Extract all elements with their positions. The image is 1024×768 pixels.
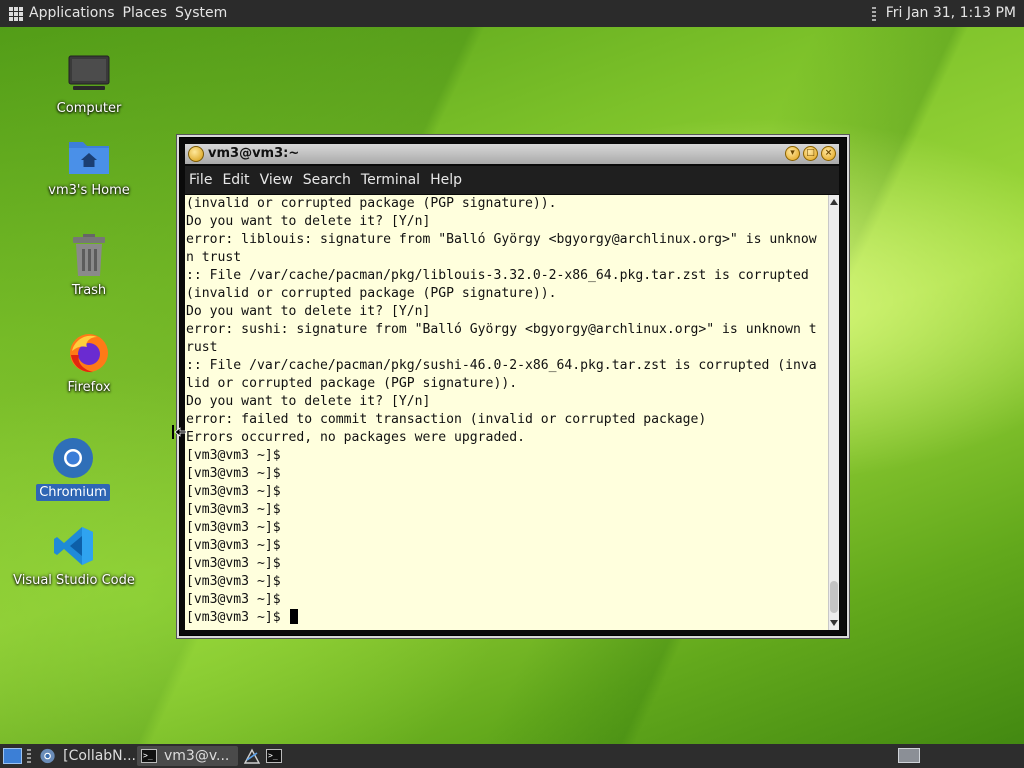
taskbar-item-label: [CollabN... [63,748,136,764]
window-menu-icon[interactable] [188,146,204,162]
scroll-down-arrow-icon[interactable] [830,620,838,626]
scrollbar-thumb[interactable] [830,581,838,613]
applications-grid-icon[interactable] [9,6,23,21]
terminal-output[interactable]: (invalid or corrupted package (PGP signa… [185,195,828,630]
terminal-line: Do you want to delete it? [Y/n] [186,304,431,319]
desktop-icon-label: Chromium [36,484,110,501]
taskbar-item-terminal[interactable]: >_ vm3@v... [137,746,238,766]
desktop-icon-firefox[interactable]: Firefox [24,331,154,396]
terminal-line: error: liblouis: signature from "Balló G… [186,232,817,247]
terminal-menu-bar: File Edit View Search Terminal Help [185,166,839,194]
close-button[interactable]: × [821,146,836,161]
applications-menu[interactable]: Applications [29,0,115,27]
window-title: vm3@vm3:~ [208,146,300,161]
desktop: Applications Places System Fri Jan 31, 1… [0,0,1024,768]
desktop-icon-computer[interactable]: Computer [24,52,154,117]
terminal-line: [vm3@vm3 ~]$ [186,484,281,499]
terminal-line: :: File /var/cache/pacman/pkg/liblouis-3… [186,268,809,283]
window-title-bar[interactable]: vm3@vm3:~ ▾ □ × [185,144,839,164]
desktop-icon-trash[interactable]: Trash [24,232,154,299]
terminal-scrollbar[interactable] [828,195,839,630]
terminal-line: [vm3@vm3 ~]$ [186,538,281,553]
minimize-button[interactable]: ▾ [785,146,800,161]
terminal-line: [vm3@vm3 ~]$ [186,574,281,589]
computer-icon [68,55,110,90]
desktop-icon-label: vm3's Home [48,183,130,198]
taskbar-item-label: vm3@v... [164,748,230,764]
menu-view[interactable]: View [255,166,298,194]
terminal-line: (invalid or corrupted package (PGP signa… [186,286,557,301]
desktop-icon-home[interactable]: vm3's Home [24,134,154,199]
panel-grip-icon [27,749,31,763]
desktop-icon-label: Visual Studio Code [13,573,135,588]
menu-terminal[interactable]: Terminal [356,166,425,194]
taskbar-item-collab[interactable]: [CollabN... [36,746,136,766]
top-panel: Applications Places System Fri Jan 31, 1… [0,0,1024,27]
terminal-line: [vm3@vm3 ~]$ [186,502,281,517]
terminal-line: error: sushi: signature from "Balló Györ… [186,322,817,337]
desktop-icon-vscode[interactable]: Visual Studio Code [9,524,139,589]
vscode-icon [54,527,93,565]
desktop-icon-chromium[interactable]: Chromium [8,436,138,501]
terminal-line: :: File /var/cache/pacman/pkg/sushi-46.0… [186,358,817,373]
scroll-up-arrow-icon[interactable] [830,199,838,205]
menu-file[interactable]: File [185,166,217,194]
terminal-line: Do you want to delete it? [Y/n] [186,394,431,409]
terminal-line: (invalid or corrupted package (PGP signa… [186,196,557,211]
firefox-icon [70,334,108,373]
desktop-icon-label: Trash [71,283,107,298]
home-folder-icon [69,142,109,174]
terminal-launcher-icon[interactable]: >_ [266,749,282,763]
desktop-icon-label: Firefox [67,380,111,395]
show-desktop-icon[interactable] [3,748,22,764]
terminal-icon: >_ [141,749,157,763]
terminal-line: Errors occurred, no packages were upgrad… [186,430,525,445]
terminal-line: [vm3@vm3 ~]$ [186,592,281,607]
terminal-line: Do you want to delete it? [Y/n] [186,214,431,229]
system-menu[interactable]: System [175,0,227,27]
terminal-line: [vm3@vm3 ~]$ [186,466,281,481]
places-menu[interactable]: Places [123,0,168,27]
workspace-switcher[interactable] [898,748,920,763]
terminal-window[interactable]: vm3@vm3:~ ▾ □ × File Edit View Search Te… [179,137,847,636]
chromium-icon [53,438,93,478]
resize-cursor-icon [172,425,187,439]
chromium-icon [40,748,55,764]
menu-edit[interactable]: Edit [217,166,254,194]
bottom-panel: [CollabN... >_ vm3@v... >_ [0,744,1024,768]
desktop-icon-label: Computer [56,101,122,116]
terminal-line: [vm3@vm3 ~]$ [186,448,281,463]
text-cursor [290,609,299,624]
panel-grip-icon [871,6,876,21]
drawing-app-icon[interactable] [243,747,261,765]
terminal-prompt: [vm3@vm3 ~]$ [186,610,289,625]
terminal-line: lid or corrupted package (PGP signature)… [186,376,518,391]
trash-icon [73,234,105,276]
menu-search[interactable]: Search [298,166,356,194]
terminal-line: error: failed to commit transaction (inv… [186,412,707,427]
terminal-line: n trust [186,250,242,265]
menu-help[interactable]: Help [425,166,467,194]
terminal-line: [vm3@vm3 ~]$ [186,520,281,535]
clock[interactable]: Fri Jan 31, 1:13 PM [886,0,1016,27]
terminal-line: [vm3@vm3 ~]$ [186,556,281,571]
terminal-line: rust [186,340,218,355]
terminal-prompt-line: [vm3@vm3 ~]$ [185,609,828,627]
maximize-button[interactable]: □ [803,146,818,161]
